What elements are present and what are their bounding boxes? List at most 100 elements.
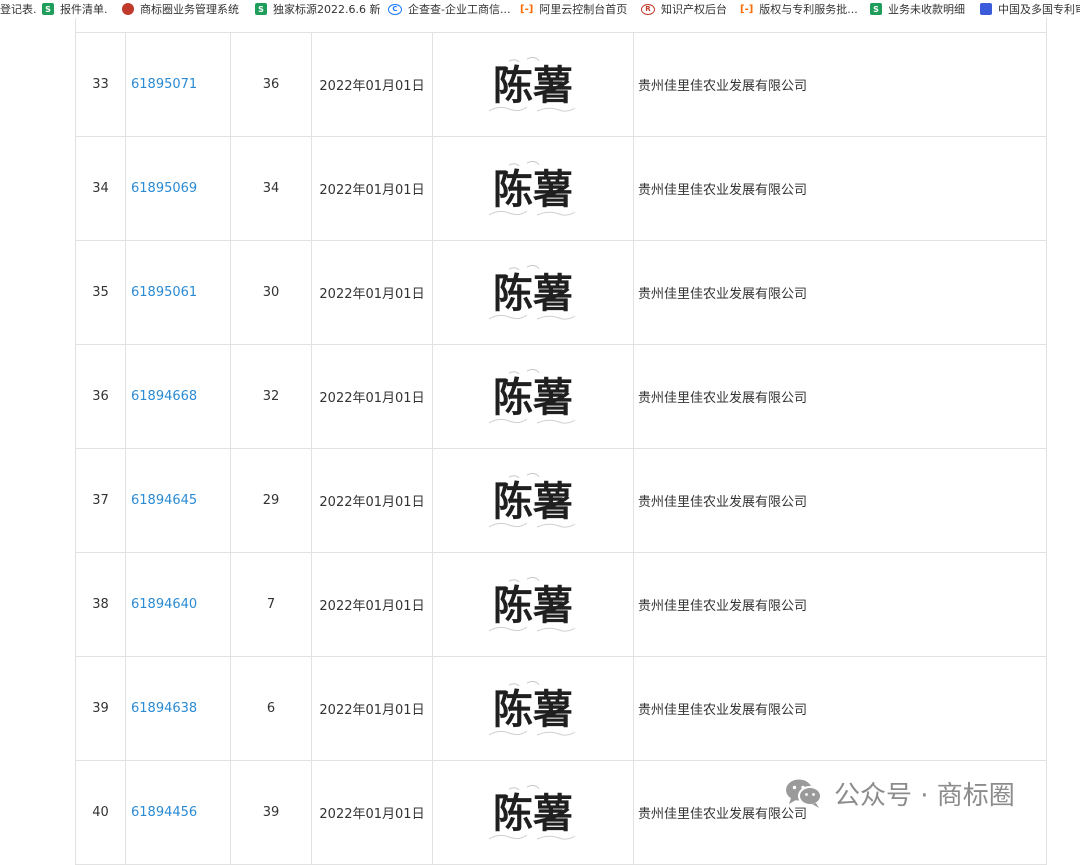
row-number: 35 [75,240,126,345]
application-date: 2022年01月01日 [311,32,433,137]
applicant-name: 贵州佳里佳农业发展有限公司 [633,240,1047,345]
svg-text:陈薯: 陈薯 [493,166,573,213]
svg-text:陈薯: 陈薯 [493,374,573,421]
bookmark-item[interactable]: 登记表. [0,0,37,18]
trademark-image-cell: 陈薯 [432,448,634,553]
registered-icon: R [641,3,655,15]
table-row: 35 61895061 30 2022年01月01日 陈薯 贵州佳里佳农业发展有限公司 [75,240,1047,345]
bookmark-label: 业务未收款明细 [888,3,965,16]
registration-number-link[interactable]: 61895071 [131,77,197,92]
trademark-image-cell: 陈薯 [432,760,634,865]
applicant-name: 贵州佳里佳农业发展有限公司 [633,32,1047,137]
bookmark-label: 报件清单. [60,3,108,16]
table-left-border [75,18,76,32]
trademark-image-cell: 陈薯 [432,344,634,449]
class-number: 34 [230,136,312,241]
row-number: 36 [75,344,126,449]
registration-number-link[interactable]: 61895069 [131,181,197,196]
trademark-logo: 陈薯 [488,368,576,424]
watermark: 公众号 · 商标圈 [784,776,1015,811]
registration-number-link[interactable]: 61894640 [131,597,197,612]
registration-number-cell: 61895061 [125,240,231,345]
table-row: 34 61895069 34 2022年01月01日 陈薯 贵州佳里佳农业发展有限公司 [75,136,1047,241]
applicant-name: 贵州佳里佳农业发展有限公司 [633,136,1047,241]
class-number: 7 [230,552,312,657]
applicant-name: 贵州佳里佳农业发展有限公司 [633,552,1047,657]
applicant-name: 贵州佳里佳农业发展有限公司 [633,656,1047,761]
registration-number-cell: 61894668 [125,344,231,449]
application-date: 2022年01月01日 [311,240,433,345]
svg-text:陈薯: 陈薯 [493,270,573,317]
bookmark-label: 商标圈业务管理系统 [140,3,239,16]
registration-number-link[interactable]: 61894668 [131,389,197,404]
wechat-icon [786,779,822,808]
registration-number-link[interactable]: 61894638 [131,701,197,716]
bookmark-item[interactable]: R 知识产权后台 [641,0,727,18]
svg-text:陈薯: 陈薯 [493,790,573,837]
table-row: 33 61895071 36 2022年01月01日 陈薯 贵州佳里佳农业发展有限公司 [75,32,1047,137]
application-date: 2022年01月01日 [311,760,433,865]
bookmark-item[interactable]: C 企查查-企业工商信... [388,0,510,18]
table-body: 33 61895071 36 2022年01月01日 陈薯 贵州佳里佳农业发展有限公司 34… [75,32,1047,865]
class-number: 29 [230,448,312,553]
svg-text:陈薯: 陈薯 [493,686,573,733]
class-number: 36 [230,32,312,137]
registration-number-cell: 61895071 [125,32,231,137]
trademark-logo: 陈薯 [488,160,576,216]
trademark-table: 33 61895071 36 2022年01月01日 陈薯 贵州佳里佳农业发展有限公司 34… [75,32,1047,865]
row-number: 38 [75,552,126,657]
table-row: 38 61894640 7 2022年01月01日 陈薯 贵州佳里佳农业发展有限公司 [75,552,1047,657]
applicant-name: 贵州佳里佳农业发展有限公司 [633,448,1047,553]
trademark-image-cell: 陈薯 [432,240,634,345]
bookmark-item[interactable]: 商标圈业务管理系统 [122,0,239,18]
bookmark-label: 阿里云控制台首页 [539,3,628,16]
trademark-logo: 陈薯 [488,56,576,112]
spreadsheet-icon: S [870,3,882,15]
trademark-image-cell: 陈薯 [432,656,634,761]
row-number: 34 [75,136,126,241]
spreadsheet-icon: S [42,3,54,15]
trademark-image-cell: 陈薯 [432,552,634,657]
circle-c-icon: C [388,3,402,15]
bookmark-item[interactable]: S 业务未收款明细 [870,0,965,18]
bookmark-label: 中国及多国专利审 [998,3,1080,16]
registration-number-cell: 61894456 [125,760,231,865]
row-number: 37 [75,448,126,553]
applicant-name: 贵州佳里佳农业发展有限公司 [633,344,1047,449]
registration-number-cell: 61894638 [125,656,231,761]
bookmark-item[interactable]: [-] 阿里云控制台首页 [520,0,627,18]
trademark-logo: 陈薯 [488,680,576,736]
registration-number-cell: 61894640 [125,552,231,657]
trademark-logo: 陈薯 [488,576,576,632]
svg-text:陈薯: 陈薯 [493,582,573,629]
bookmark-label: 登记表. [0,3,37,16]
table-row: 36 61894668 32 2022年01月01日 陈薯 贵州佳里佳农业发展有限公司 [75,344,1047,449]
registration-number-link[interactable]: 61895061 [131,285,197,300]
svg-text:陈薯: 陈薯 [493,62,573,109]
bookmark-label: 企查查-企业工商信... [408,3,511,16]
registration-number-link[interactable]: 61894645 [131,493,197,508]
table-row: 37 61894645 29 2022年01月01日 陈薯 贵州佳里佳农业发展有限公司 [75,448,1047,553]
bookmark-item[interactable]: [-] 版权与专利服务批... [740,0,858,18]
trademark-logo: 陈薯 [488,264,576,320]
registration-number-cell: 61894645 [125,448,231,553]
bookmark-label: 独家标源2022.6.6 新 [273,3,381,16]
bookmark-item[interactable]: S 独家标源2022.6.6 新 [255,0,380,18]
bookmark-item[interactable]: S 报件清单. [42,0,108,18]
row-number: 33 [75,32,126,137]
flag-icon [980,3,992,15]
row-number: 39 [75,656,126,761]
class-number: 39 [230,760,312,865]
application-date: 2022年01月01日 [311,448,433,553]
table-right-border [1046,18,1047,32]
class-number: 30 [230,240,312,345]
bookmark-label: 版权与专利服务批... [759,3,858,16]
registration-number-link[interactable]: 61894456 [131,805,197,820]
registration-number-cell: 61895069 [125,136,231,241]
spreadsheet-icon: S [255,3,267,15]
aliyun-icon: [-] [520,3,534,15]
application-date: 2022年01月01日 [311,552,433,657]
row-number: 40 [75,760,126,865]
trademark-logo: 陈薯 [488,472,576,528]
bookmark-item[interactable]: 中国及多国专利审 [980,0,1080,18]
